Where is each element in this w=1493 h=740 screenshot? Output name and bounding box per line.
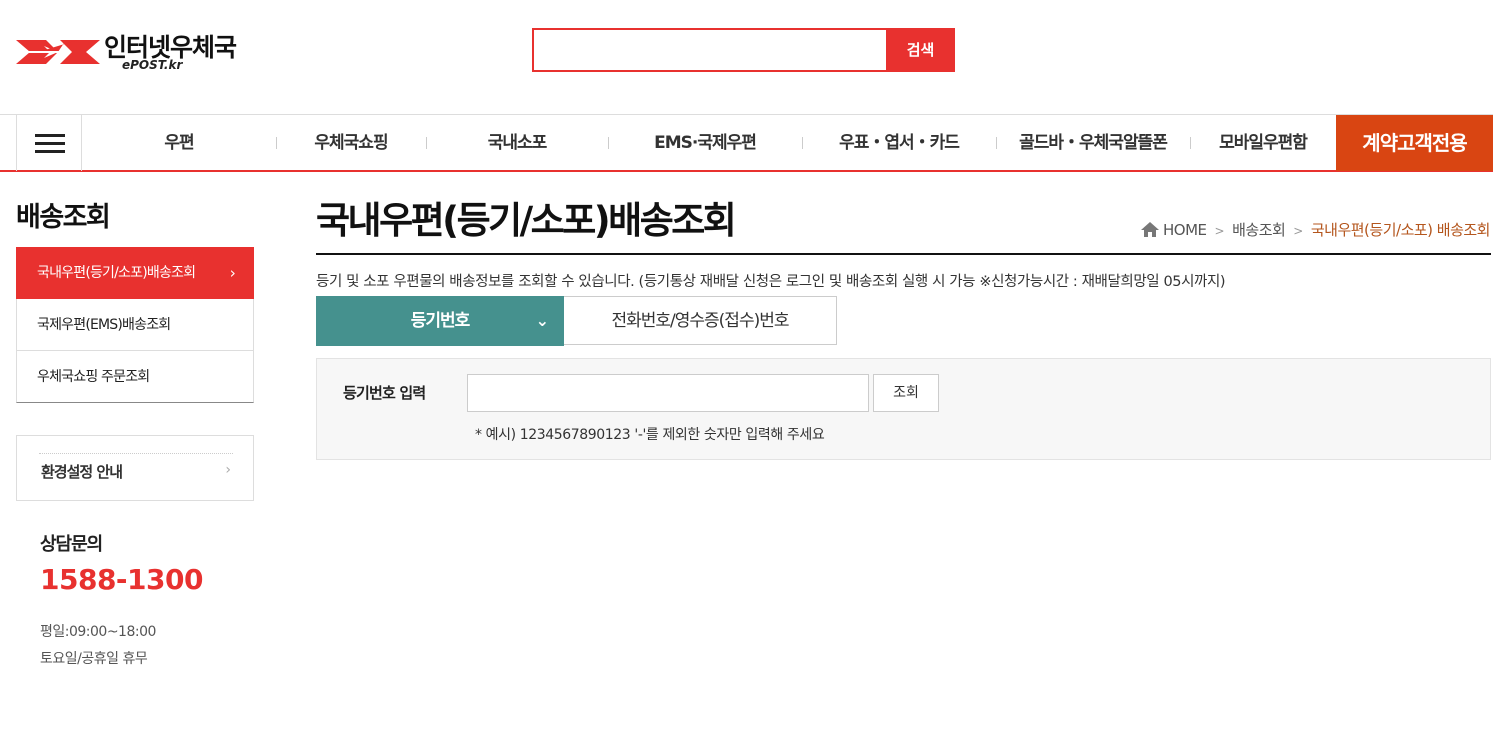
gnb-item-goldbar[interactable]: 골드바・우체국알뜰폰: [996, 115, 1190, 171]
customer-service-phone: 1588-1300: [40, 563, 203, 596]
customer-service-hours: 평일:09:00~18:00 토요일/공휴일 휴무: [40, 619, 156, 673]
sidebar-item-domestic-tracking[interactable]: 국내우편(등기/소포)배송조회 ›: [16, 247, 254, 299]
gnb-item-post[interactable]: 우편: [82, 115, 276, 171]
breadcrumb-tracking[interactable]: 배송조회: [1232, 221, 1286, 239]
environment-settings-label: 환경설정 안내: [41, 463, 123, 481]
gnb-item-shopping[interactable]: 우체국쇼핑: [276, 115, 426, 171]
epost-logo-icon: [16, 40, 100, 64]
page-description: 등기 및 소포 우편물의 배송정보를 조회할 수 있습니다. (등기통상 재배달…: [316, 274, 1226, 290]
tab-label: 등기번호: [410, 311, 471, 331]
lookup-button[interactable]: 조회: [873, 374, 939, 412]
input-hint: * 예시) 1234567890123 '-'를 제외한 숫자만 입력해 주세요: [475, 427, 825, 443]
breadcrumb-home[interactable]: HOME: [1163, 221, 1207, 239]
customer-service-title: 상담문의: [40, 534, 103, 555]
cs-weekend-hours: 토요일/공휴일 휴무: [40, 651, 148, 667]
environment-settings-link[interactable]: 환경설정 안내 ›: [16, 435, 254, 501]
tracking-form: 등기번호 입력 조회 * 예시) 1234567890123 '-'를 제외한 …: [316, 358, 1491, 460]
gnb-contract-customer-button[interactable]: 계약고객전용: [1336, 115, 1493, 171]
registered-number-input[interactable]: [467, 374, 869, 412]
sidebar-item-label: 우체국쇼핑 주문조회: [37, 369, 150, 385]
chevron-right-icon: ›: [225, 462, 231, 478]
gnb-item-mobile-mailbox[interactable]: 모바일우편함: [1190, 115, 1336, 171]
chevron-down-icon: ⌄: [535, 311, 549, 330]
breadcrumb: HOME > 배송조회 > 국내우편(등기/소포) 배송조회: [1141, 219, 1491, 240]
tab-registered-number[interactable]: 등기번호 ⌄: [316, 296, 564, 346]
breadcrumb-current: 국내우편(등기/소포) 배송조회: [1310, 221, 1491, 239]
site-header: 인터넷우체국 ePOST.kr 검색: [0, 0, 1493, 114]
hamburger-menu-icon[interactable]: [16, 115, 82, 171]
page-title: 국내우편(등기/소포)배송조회: [316, 199, 737, 242]
sidebar-item-label: 국제우편(EMS)배송조회: [37, 317, 171, 333]
dotted-divider: [39, 453, 233, 454]
sidebar-item-ems-tracking[interactable]: 국제우편(EMS)배송조회: [16, 299, 254, 351]
epost-logo[interactable]: 인터넷우체국 ePOST.kr: [16, 28, 256, 76]
cs-weekday-hours: 평일:09:00~18:00: [40, 624, 156, 640]
chevron-right-icon: >: [1214, 224, 1225, 238]
registered-number-label: 등기번호 입력: [343, 384, 426, 402]
title-divider: [316, 253, 1491, 255]
sidebar-title: 배송조회: [16, 202, 111, 233]
tab-phone-receipt-number[interactable]: 전화번호/영수증(접수)번호: [564, 296, 837, 345]
gnb-item-domestic-parcel[interactable]: 국내소포: [426, 115, 608, 171]
chevron-right-icon: ›: [229, 264, 236, 282]
chevron-right-icon: >: [1293, 224, 1303, 238]
search-button[interactable]: 검색: [886, 28, 955, 72]
main-navigation: 우편 우체국쇼핑 국내소포 EMS·국제우편 우표・엽서・카드 골드바・우체국알…: [0, 114, 1493, 172]
gnb-item-stamps[interactable]: 우표・엽서・카드: [802, 115, 996, 171]
sidebar-menu: 국내우편(등기/소포)배송조회 › 국제우편(EMS)배송조회 우체국쇼핑 주문…: [16, 247, 254, 403]
sidebar-item-shopping-order[interactable]: 우체국쇼핑 주문조회: [16, 351, 254, 403]
search-input[interactable]: [532, 28, 888, 72]
home-icon: [1141, 222, 1160, 237]
logo-subtext: ePOST.kr: [122, 58, 183, 72]
sidebar-item-label: 국내우편(등기/소포)배송조회: [37, 265, 196, 281]
gnb-item-ems[interactable]: EMS·국제우편: [608, 115, 802, 171]
